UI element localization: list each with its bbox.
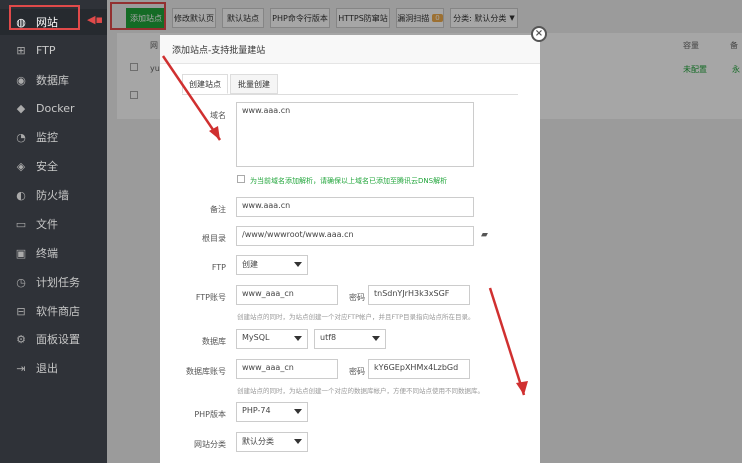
charset-select-value: utf8 bbox=[320, 333, 337, 342]
sidebar-item-9[interactable]: ◷ 计划任务 bbox=[0, 269, 107, 295]
firewall-icon: ◐ bbox=[16, 188, 26, 202]
ftp-account-label: FTP账号 bbox=[195, 293, 226, 302]
sidebar-item-2[interactable]: ◉ 数据库 bbox=[0, 67, 107, 93]
sidebar-highlight-box bbox=[9, 5, 80, 30]
sidebar-item-6[interactable]: ◐ 防火墙 bbox=[0, 182, 107, 208]
caret-down-icon bbox=[294, 409, 302, 414]
sidebar-item-12[interactable]: ⇥ 退出 bbox=[0, 355, 107, 381]
sidebar: ◍ 网站 ⊞ FTP ◉ 数据库 ◆ Docker ◔ 监控 ◈ 安全 ◐ 防火墙 ▭ 文件 ▣ 终端 ◷ 计划任务 ⊟… bbox=[0, 0, 107, 463]
folder-icon[interactable]: ▰ bbox=[481, 230, 488, 240]
sidebar-item-label: 防火墙 bbox=[36, 189, 69, 202]
sidebar-item-11[interactable]: ⚙ 面板设置 bbox=[0, 326, 107, 352]
dns-hint: 为当前域名添加解析，请确保以上域名已添加至腾讯云DNS解析 bbox=[250, 177, 448, 185]
remark-input[interactable]: www.aaa.cn bbox=[236, 197, 474, 217]
domain-textarea[interactable]: www.aaa.cn bbox=[236, 102, 474, 167]
ftp-icon: ⊞ bbox=[16, 43, 26, 57]
docker-icon: ◆ bbox=[16, 101, 26, 115]
db-account-label: 数据库账号 bbox=[186, 367, 226, 376]
remark-label: 备注 bbox=[210, 205, 226, 214]
sidebar-item-7[interactable]: ▭ 文件 bbox=[0, 211, 107, 237]
store-icon: ⊟ bbox=[16, 304, 26, 318]
ftp-password-input[interactable]: tnSdnYJrH3k3xSGF bbox=[368, 285, 470, 305]
ftp-password-label: 密码 bbox=[349, 293, 365, 302]
domain-label: 域名 bbox=[210, 111, 226, 120]
db-password-input[interactable]: kY6GEpXHMx4LzbGd bbox=[368, 359, 470, 379]
caret-down-icon bbox=[294, 336, 302, 341]
php-version-select-value: PHP-74 bbox=[242, 406, 271, 415]
terminal-icon: ▣ bbox=[15, 246, 27, 260]
close-icon[interactable]: × bbox=[531, 26, 547, 42]
db-hint: 创建站点的同时，为站点创建一个对应的数据库帐户，方便不同站点使用不同数据库。 bbox=[237, 387, 484, 395]
sidebar-item-label: 监控 bbox=[36, 131, 58, 144]
shield-icon: ◈ bbox=[16, 159, 26, 173]
site-category-select-value: 默认分类 bbox=[242, 437, 274, 446]
database-label: 数据库 bbox=[202, 337, 226, 346]
database-select-value: MySQL bbox=[242, 333, 270, 342]
sidebar-item-label: FTP bbox=[36, 43, 56, 57]
ftp-hint: 创建站点的同时，为站点创建一个对应FTP帐户，并且FTP目录指向站点所在目录。 bbox=[237, 313, 475, 321]
sidebar-item-label: 面板设置 bbox=[36, 333, 80, 346]
folder-icon: ▭ bbox=[15, 217, 27, 231]
ftp-label: FTP bbox=[211, 263, 226, 272]
red-arrow-icon: ◀▪ bbox=[87, 13, 103, 26]
sidebar-item-label: 计划任务 bbox=[36, 276, 80, 289]
sidebar-item-label: 退出 bbox=[36, 362, 58, 375]
sidebar-item-5[interactable]: ◈ 安全 bbox=[0, 153, 107, 179]
sidebar-item-label: 终端 bbox=[36, 247, 58, 260]
clock-icon: ◷ bbox=[16, 275, 26, 289]
root-dir-input[interactable]: /www/wwwroot/www.aaa.cn bbox=[236, 226, 474, 246]
site-category-select[interactable]: 默认分类 bbox=[236, 432, 308, 452]
database-select[interactable]: MySQL bbox=[236, 329, 308, 349]
php-version-label: PHP版本 bbox=[194, 410, 226, 419]
caret-down-icon bbox=[372, 336, 380, 341]
sidebar-item-label: 数据库 bbox=[36, 74, 69, 87]
sidebar-item-10[interactable]: ⊟ 软件商店 bbox=[0, 298, 107, 324]
sidebar-item-1[interactable]: ⊞ FTP bbox=[0, 37, 107, 63]
caret-down-icon bbox=[294, 262, 302, 267]
sidebar-item-label: Docker bbox=[36, 101, 75, 115]
logout-icon: ⇥ bbox=[16, 361, 26, 375]
caret-down-icon bbox=[294, 439, 302, 444]
ftp-select-value: 创建 bbox=[242, 260, 258, 269]
ftp-select[interactable]: 创建 bbox=[236, 255, 308, 275]
monitor-icon: ◔ bbox=[16, 130, 26, 144]
db-password-label: 密码 bbox=[349, 367, 365, 376]
sidebar-item-3[interactable]: ◆ Docker bbox=[0, 95, 107, 121]
sidebar-item-4[interactable]: ◔ 监控 bbox=[0, 124, 107, 150]
add-site-dialog: 添加站点-支持批量建站 创建站点 批量创建 域名 www.aaa.cn 为当前域… bbox=[160, 35, 540, 463]
sidebar-item-8[interactable]: ▣ 终端 bbox=[0, 240, 107, 266]
dialog-tabs: 创建站点 批量创建 bbox=[182, 74, 518, 95]
tab-batch-create[interactable]: 批量创建 bbox=[230, 74, 278, 94]
root-dir-label: 根目录 bbox=[202, 234, 226, 243]
charset-select[interactable]: utf8 bbox=[314, 329, 386, 349]
php-version-select[interactable]: PHP-74 bbox=[236, 402, 308, 422]
site-category-label: 网站分类 bbox=[194, 440, 226, 449]
dns-checkbox[interactable] bbox=[237, 175, 245, 183]
dialog-header: 添加站点-支持批量建站 bbox=[160, 35, 540, 64]
gear-icon: ⚙ bbox=[16, 332, 26, 346]
dialog-title: 添加站点-支持批量建站 bbox=[172, 46, 266, 56]
tab-create-site[interactable]: 创建站点 bbox=[182, 74, 228, 94]
sidebar-item-label: 文件 bbox=[36, 218, 58, 231]
database-icon: ◉ bbox=[16, 73, 26, 87]
sidebar-item-label: 软件商店 bbox=[36, 305, 80, 318]
sidebar-item-label: 安全 bbox=[36, 160, 58, 173]
